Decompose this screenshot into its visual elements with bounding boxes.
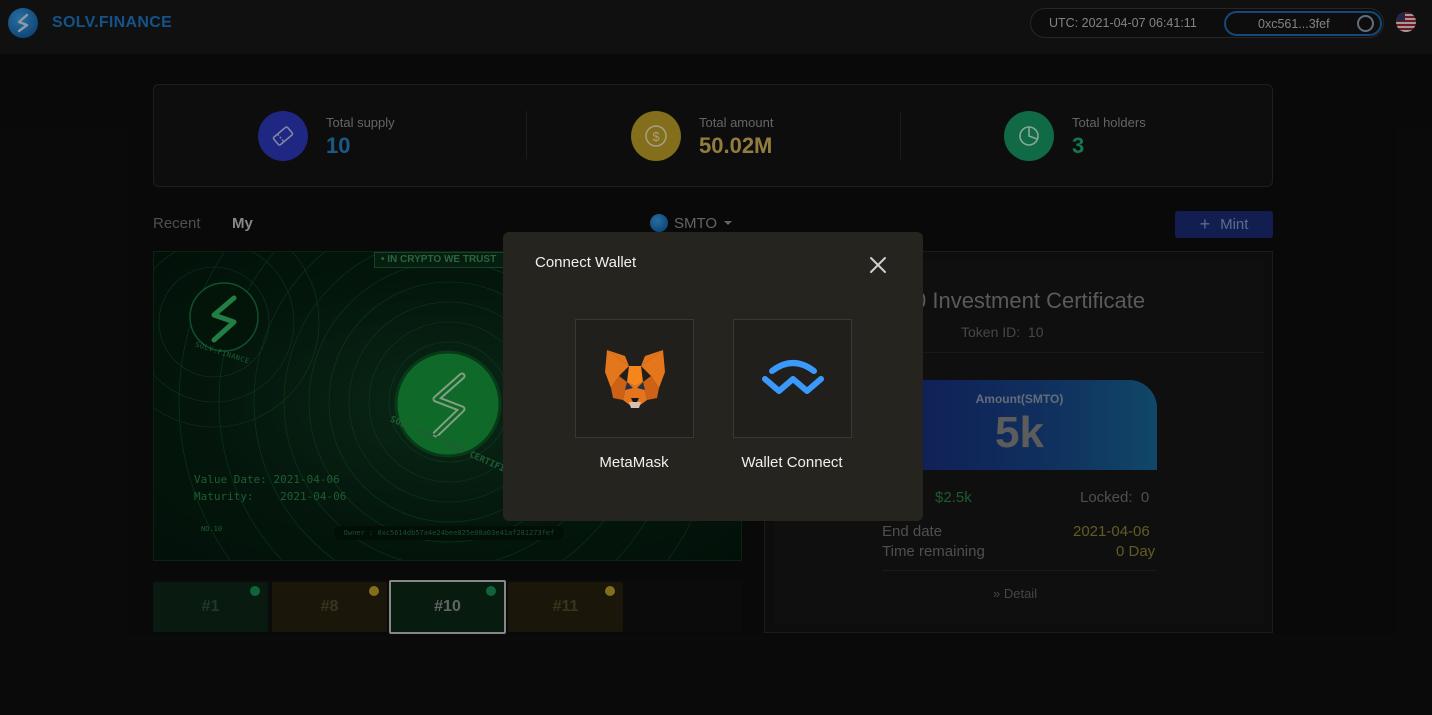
walletconnect-option[interactable] — [733, 319, 852, 438]
metamask-option[interactable] — [575, 319, 694, 438]
walletconnect-icon — [761, 359, 824, 394]
connect-wallet-modal: Connect Wallet MetaMask Wallet Connect — [503, 232, 923, 521]
metamask-label[interactable]: MetaMask — [554, 454, 714, 471]
modal-title: Connect Wallet — [535, 254, 637, 271]
walletconnect-label[interactable]: Wallet Connect — [712, 454, 872, 471]
close-icon[interactable] — [869, 256, 887, 274]
metamask-fox-icon — [604, 349, 665, 408]
